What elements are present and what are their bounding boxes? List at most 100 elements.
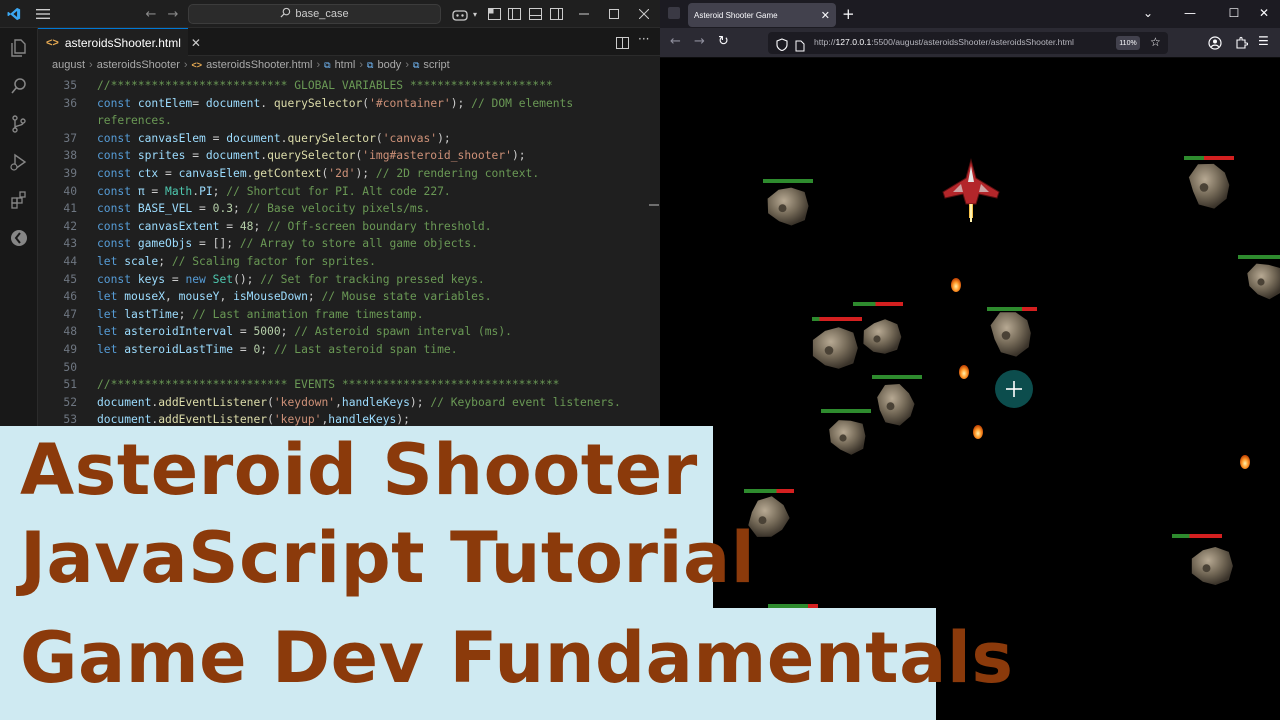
copilot-dropdown-icon[interactable]: ▾: [470, 0, 480, 28]
more-actions-icon[interactable]: ···: [638, 32, 649, 46]
menu-icon[interactable]: [34, 0, 52, 28]
line-number: 46: [63, 290, 77, 304]
maximize-icon[interactable]: [604, 0, 624, 28]
code-token: mouseX: [124, 290, 166, 304]
code-text: const ctx = canvasElem.getContext('2d');…: [97, 165, 539, 183]
code-token: // Last animation frame timestamp.: [185, 307, 424, 321]
browser-tab-bar: Asteroid Shooter Game ✕ + ⌄ — ☐ ✕: [660, 0, 1280, 28]
source-control-icon[interactable]: [7, 112, 31, 136]
remote-explorer-icon[interactable]: [7, 226, 31, 250]
code-token: =: [158, 167, 179, 180]
code-token: let: [97, 290, 125, 304]
breadcrumb-item[interactable]: script: [423, 59, 449, 71]
code-token: 'img#asteroid_shooter': [362, 149, 512, 163]
code-token: = [];: [192, 237, 234, 251]
forward-arrow-icon[interactable]: →: [694, 34, 705, 49]
breadcrumb-item[interactable]: asteroidsShooter.html: [206, 59, 312, 71]
line-number: 43: [63, 237, 77, 251]
run-debug-icon[interactable]: [7, 150, 31, 174]
code-token: const: [97, 131, 138, 145]
back-arrow-icon[interactable]: ←: [670, 34, 681, 49]
new-tab-icon[interactable]: +: [842, 5, 855, 23]
minimize-icon[interactable]: [574, 0, 594, 28]
split-editor-icon[interactable]: [616, 34, 629, 53]
code-token: (: [267, 413, 274, 426]
toggle-primary-sidebar-icon[interactable]: [506, 0, 522, 28]
browser-tab[interactable]: Asteroid Shooter Game ✕: [688, 3, 836, 27]
code-token: querySelector: [287, 131, 376, 145]
command-center-search[interactable]: base_case: [188, 4, 441, 24]
breadcrumb: august › asteroidsShooter › <> asteroids…: [38, 56, 660, 74]
account-icon[interactable]: [1208, 35, 1222, 54]
chevron-right-icon: ›: [359, 59, 364, 71]
forward-arrow-icon[interactable]: →: [164, 0, 182, 28]
shield-icon[interactable]: [776, 36, 788, 55]
code-token: ,: [165, 290, 179, 304]
close-window-icon[interactable]: ✕: [1254, 6, 1274, 20]
scrollbar-marker[interactable]: [649, 204, 659, 206]
code-text: const gameObjs = []; // Array to store a…: [97, 235, 478, 253]
code-token: // Scaling factor for sprites.: [165, 255, 376, 268]
code-token: new: [185, 272, 213, 286]
vscode-logo-icon: [6, 0, 22, 28]
code-text: references.: [97, 112, 172, 130]
code-token: =: [185, 149, 206, 163]
title-line-2: JavaScript Tutorial: [20, 517, 756, 599]
code-token: querySelector: [267, 149, 356, 163]
minimize-icon[interactable]: —: [1180, 6, 1200, 20]
projectile: [973, 425, 983, 439]
code-text: let asteroidInterval = 5000; // Asteroid…: [97, 323, 512, 341]
health-bar: [872, 375, 922, 379]
extensions-icon[interactable]: [7, 188, 31, 212]
code-text: const keys = new Set(); // Set for track…: [97, 271, 485, 289]
app-menu-icon[interactable]: ☰: [1258, 34, 1269, 48]
browser-toolbar: ← → ↻ http://127.0.0.1:5500/august/aster…: [660, 28, 1280, 58]
extensions-icon[interactable]: [1234, 35, 1249, 54]
asteroid: [812, 327, 858, 369]
code-token: // Off-screen boundary threshold.: [260, 219, 492, 233]
tab-asteroidsShooter-html[interactable]: <> asteroidsShooter.html ✕: [38, 28, 201, 56]
reload-icon[interactable]: ↻: [718, 34, 729, 49]
maximize-icon[interactable]: ☐: [1224, 6, 1244, 20]
breadcrumb-item[interactable]: body: [377, 59, 401, 71]
health-bar: [763, 179, 813, 183]
explorer-icon[interactable]: [7, 36, 31, 60]
toggle-secondary-sidebar-icon[interactable]: [548, 0, 564, 28]
tab-list-icon[interactable]: [668, 7, 680, 19]
code-token: 'keyup': [273, 413, 322, 426]
bookmark-star-icon[interactable]: ☆: [1150, 35, 1161, 49]
close-window-icon[interactable]: [634, 0, 654, 28]
code-token: asteroidLastTime: [124, 343, 234, 356]
code-text: let asteroidLastTime = 0; // Last astero…: [97, 341, 458, 359]
breadcrumb-item[interactable]: asteroidsShooter: [97, 59, 180, 71]
code-token: contElem: [137, 96, 193, 110]
breadcrumb-item[interactable]: august: [52, 59, 85, 71]
chevron-right-icon: ›: [405, 59, 409, 71]
close-tab-icon[interactable]: ✕: [191, 36, 201, 50]
line-number: 40: [63, 184, 77, 198]
zoom-level-badge[interactable]: 110%: [1116, 36, 1140, 50]
health-bar: [987, 307, 1037, 311]
copilot-icon[interactable]: [450, 0, 470, 28]
code-token: =: [219, 219, 240, 233]
list-all-tabs-icon[interactable]: ⌄: [1138, 6, 1158, 20]
url-bar[interactable]: http://127.0.0.1:5500/august/asteroidsSh…: [768, 32, 1168, 54]
code-token: '#container': [369, 96, 451, 110]
line-number: 38: [63, 149, 77, 163]
player-ship: [942, 158, 1000, 222]
code-editor[interactable]: 35 //************************** GLOBAL VA…: [38, 74, 650, 426]
page-icon[interactable]: [795, 37, 805, 56]
breadcrumb-item[interactable]: html: [335, 59, 356, 71]
code-token: canvasExtent: [137, 219, 220, 233]
toggle-panel-icon[interactable]: [527, 0, 543, 28]
code-token: const: [97, 184, 138, 198]
code-token: // Shortcut for PI. Alt code 227.: [219, 184, 451, 198]
code-token: ,: [219, 290, 234, 304]
back-arrow-icon[interactable]: ←: [142, 0, 160, 28]
chevron-right-icon: ›: [89, 59, 93, 71]
search-sidebar-icon[interactable]: [7, 74, 31, 98]
code-token: // Keyboard event listeners.: [423, 395, 621, 409]
close-tab-icon[interactable]: ✕: [821, 9, 830, 22]
layout-icon[interactable]: [486, 0, 502, 28]
health-bar: [853, 302, 903, 306]
